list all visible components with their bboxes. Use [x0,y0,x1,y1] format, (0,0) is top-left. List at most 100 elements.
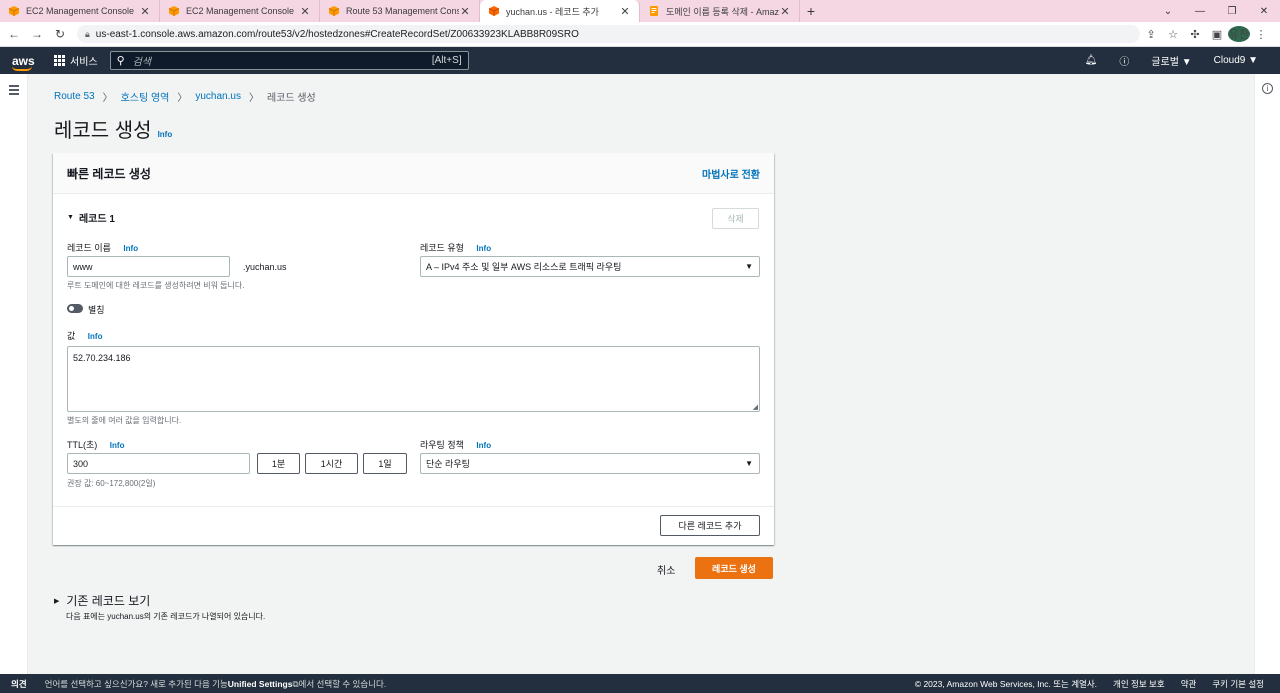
extensions-icon[interactable]: ✣ [1184,28,1206,41]
url-field[interactable]: 🔒︎ us-east-1.console.aws.amazon.com/rout… [77,25,1140,43]
bookmark-star-icon[interactable]: ☆ [1162,28,1184,41]
info-panel-icon[interactable]: i [1262,83,1273,94]
breadcrumb-route53[interactable]: Route 53 [54,91,95,102]
ttl-1day-button[interactable]: 1일 [363,453,407,474]
record-name-hint: 루트 도메인에 대한 레코드를 생성하려면 비워 둡니다. [67,281,245,290]
ttl-label-row: TTL(초) Info [67,438,124,451]
chevron-right-icon: 〉 [248,93,259,104]
breadcrumb-current: 레코드 생성 [266,93,316,104]
info-link[interactable]: Info [476,244,491,253]
close-icon[interactable]: ✕ [619,5,631,18]
chevron-right-icon: 〉 [102,93,113,104]
cube-icon [328,6,340,16]
record-name-label: 레코드 이름 [67,243,111,253]
record-type-select[interactable]: A – IPv4 주소 및 일부 AWS 리소스로 트래픽 라우팅 [420,256,760,277]
search-placeholder: 검색 [132,57,152,68]
alias-toggle[interactable] [67,304,83,313]
services-label: 서비스 [70,57,98,68]
feedback-link[interactable]: 의견 [11,678,27,690]
search-input[interactable]: ⚲ 검색 [Alt+S] [109,51,469,70]
share-icon[interactable]: ⇪ [1140,28,1162,41]
record-type-label: 레코드 유형 [420,243,464,253]
reload-icon[interactable]: ↻ [51,25,69,43]
forward-icon[interactable]: → [28,25,46,43]
lock-icon: 🔒︎ [85,28,90,39]
page-title: 레코드 생성 Info [54,114,172,143]
language-notice-suffix: 에서 선택할 수 있습니다. [298,678,387,689]
ttl-1min-button[interactable]: 1분 [257,453,300,474]
copyright-text: © 2023, Amazon Web Services, Inc. 또는 계열사… [914,678,1098,689]
browser-tab[interactable]: EC2 Management Console ✕ [0,0,160,22]
close-icon[interactable]: ✕ [139,5,151,18]
services-menu[interactable]: 서비스 [54,53,98,68]
tab-title: EC2 Management Console [26,6,135,16]
close-icon[interactable]: ✕ [779,5,791,18]
value-hint: 별도의 줄에 여러 값을 입력합니다. [67,416,182,425]
add-another-record-button[interactable]: 다른 레코드 추가 [660,515,760,536]
info-link[interactable]: Info [88,332,103,341]
value-text: 52.70.234.186 [73,353,131,363]
close-window-icon[interactable]: ✕ [1248,0,1280,22]
bell-icon[interactable]: 🔔︎ [1085,55,1098,66]
info-link[interactable]: Info [158,130,173,139]
menu-icon[interactable] [9,85,19,97]
record-section-toggle[interactable]: ▼ 레코드 1 [67,210,115,225]
browser-tab[interactable]: 도메인 이름 등록 삭제 - Amazon ✕ [640,0,800,22]
breadcrumb-zone[interactable]: yuchan.us [195,91,241,102]
back-icon[interactable]: ← [5,25,23,43]
routing-policy-label: 라우팅 정책 [420,440,464,450]
value-label-row: 값 Info [67,329,102,342]
tab-search-icon[interactable]: ⌄ [1152,0,1184,22]
new-tab-icon[interactable]: + [800,0,822,22]
ttl-1hour-button[interactable]: 1시간 [305,453,358,474]
routing-policy-select[interactable]: 단순 라우팅 [420,453,760,474]
breadcrumb-hosted-zones[interactable]: 호스팅 영역 [121,89,170,104]
ttl-input[interactable]: 300 [67,453,250,474]
close-icon[interactable]: ✕ [459,5,471,18]
delete-record-button[interactable]: 삭제 [712,208,759,229]
browser-tab-strip: EC2 Management Console ✕ EC2 Management … [0,0,1280,22]
info-link[interactable]: Info [476,441,491,450]
caret-right-icon: ▶ [54,597,60,605]
create-records-button[interactable]: 레코드 생성 [695,557,773,579]
existing-records-toggle[interactable]: ▶ 기존 레코드 보기 [54,592,150,609]
quick-create-panel: 빠른 레코드 생성 마법사로 전환 ▼ 레코드 1 삭제 레코드 이름 Info… [53,153,774,545]
unified-settings-link[interactable]: Unified Settings [228,679,293,689]
breadcrumb: Route 53 〉 호스팅 영역 〉 yuchan.us 〉 레코드 생성 [54,89,316,104]
sidepanel-icon[interactable]: ▣ [1206,28,1228,41]
info-link[interactable]: Info [123,244,138,253]
record-type-label-row: 레코드 유형 Info [420,241,491,254]
privacy-link[interactable]: 개인 정보 보호 [1113,678,1165,690]
account-menu[interactable]: Cloud9 ▼ [1214,55,1258,66]
terms-link[interactable]: 약관 [1181,678,1197,690]
right-rail: i [1254,74,1280,674]
routing-policy-value: 단순 라우팅 [426,459,470,469]
switch-to-wizard-link[interactable]: 마법사로 전환 [702,166,760,181]
caret-down-icon: ▼ [67,214,74,221]
browser-tab[interactable]: EC2 Management Console ✕ [160,0,320,22]
cube-icon [168,6,180,16]
restore-icon[interactable]: ❐ [1216,0,1248,22]
browser-tab-active[interactable]: yuchan.us - 레코드 추가 ✕ [480,0,640,22]
existing-records-title: 기존 레코드 보기 [66,594,151,608]
close-icon[interactable]: ✕ [299,5,311,18]
routing-policy-label-row: 라우팅 정책 Info [420,438,491,451]
minimize-icon[interactable]: — [1184,0,1216,22]
browser-menu-icon[interactable]: ⋮ [1250,28,1272,41]
panel-divider [53,506,774,507]
grid-icon [54,55,65,66]
help-icon[interactable]: ⓘ [1119,53,1129,68]
cancel-button[interactable]: 취소 [657,562,675,577]
region-selector[interactable]: 글로벌 ▼ [1151,53,1191,68]
browser-tab[interactable]: Route 53 Management Console ✕ [320,0,480,22]
cookie-preferences-link[interactable]: 쿠키 기본 설정 [1212,678,1264,690]
ttl-label: TTL(초) [67,440,98,450]
resize-handle-icon[interactable]: ◢ [753,403,758,411]
info-link[interactable]: Info [110,441,125,450]
record-name-input[interactable]: www [67,256,230,277]
cube-icon [488,6,500,16]
search-icon: ⚲ [116,55,125,67]
aws-logo[interactable]: aws [12,54,36,71]
profile-avatar[interactable]: 유찬 [1228,26,1250,42]
value-textarea[interactable]: 52.70.234.186 ◢ [67,346,760,412]
